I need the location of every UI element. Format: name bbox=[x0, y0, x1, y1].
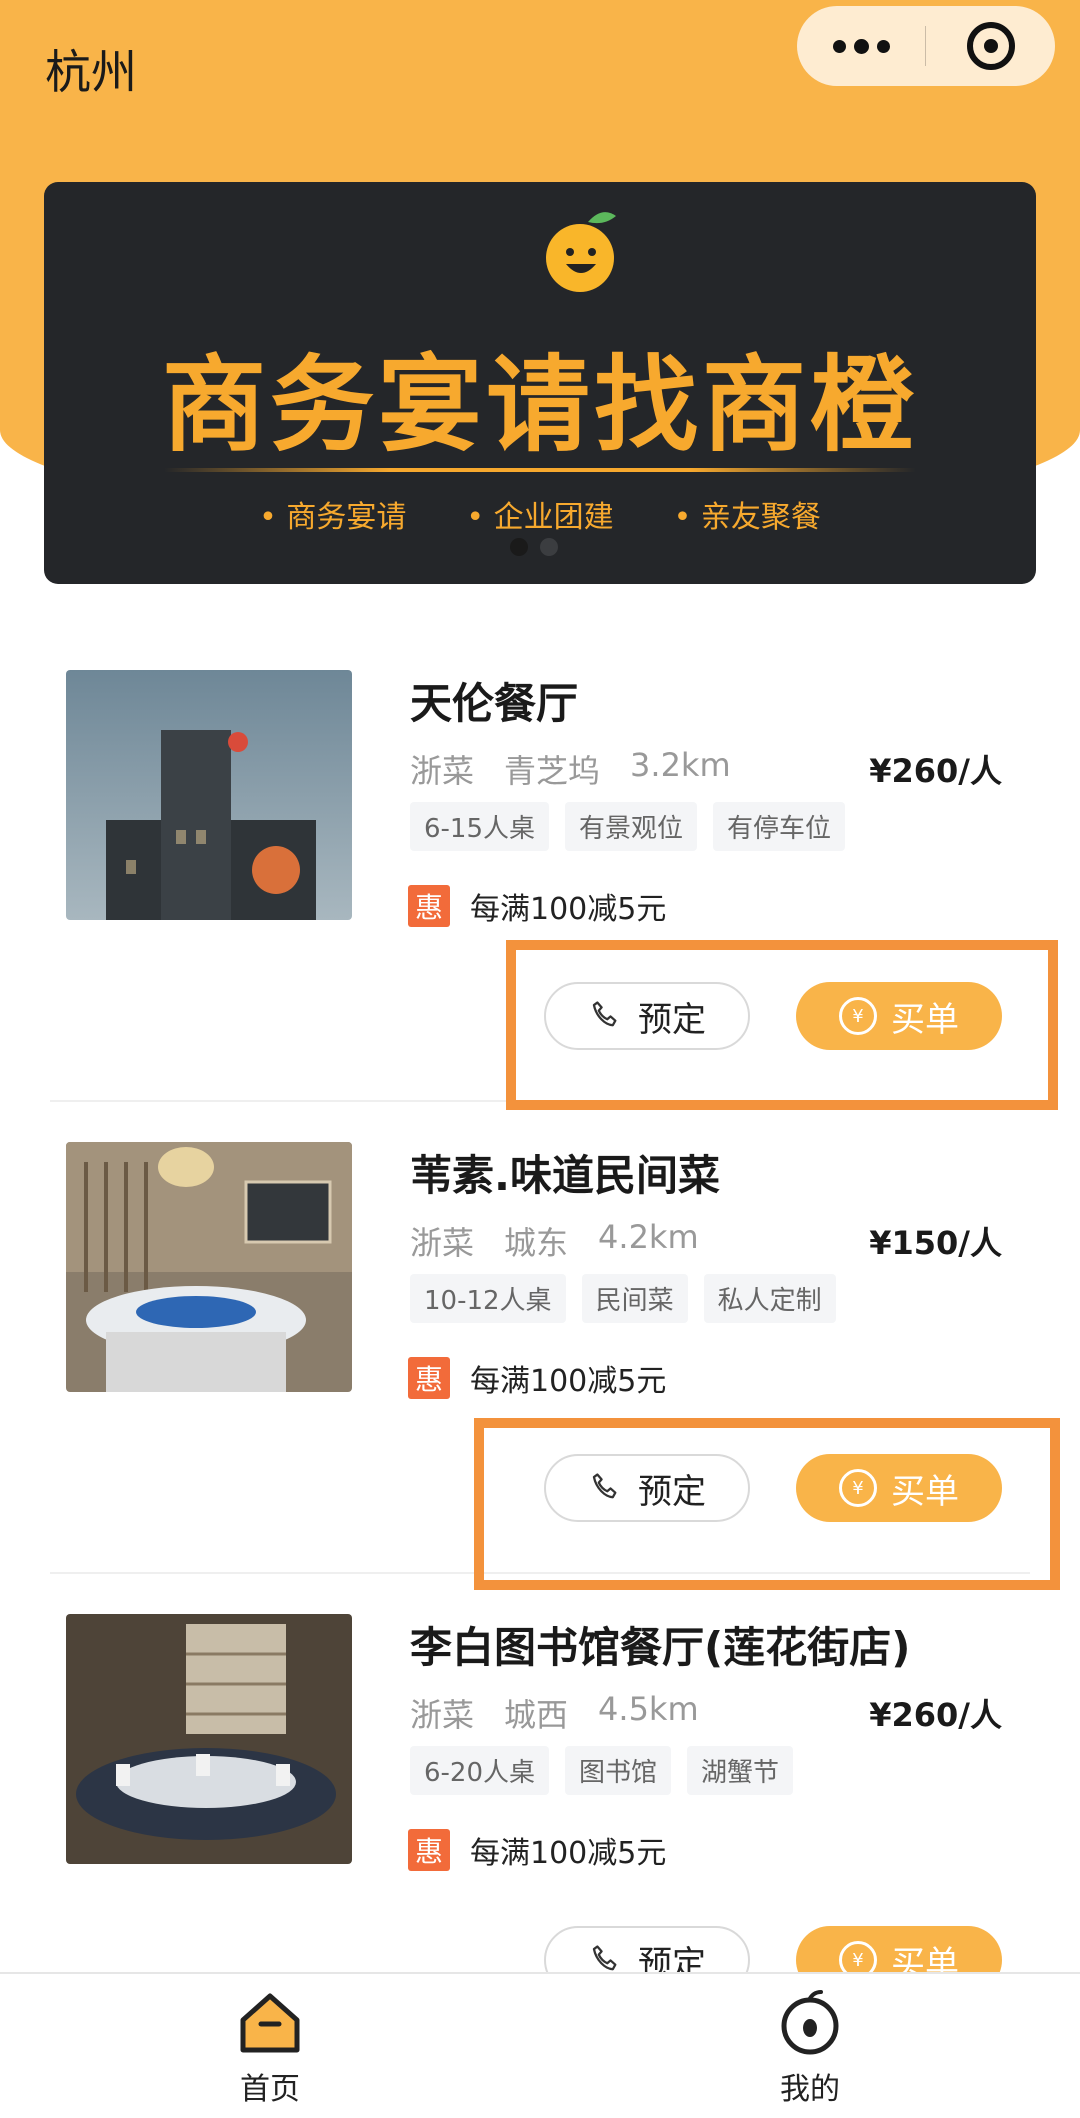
cuisine: 浙菜 bbox=[410, 1696, 475, 1734]
promo-badge: 惠 bbox=[408, 1357, 450, 1399]
feature-tag: 图书馆 bbox=[565, 1746, 672, 1795]
banner-tags: 商务宴请 企业团建 亲友聚餐 bbox=[44, 492, 1036, 536]
restaurant-photo bbox=[66, 670, 352, 920]
banner-tag: 企业团建 bbox=[466, 492, 614, 536]
promo-badge: 惠 bbox=[408, 1829, 450, 1871]
close-capsule-icon[interactable] bbox=[926, 22, 1055, 70]
feature-tag: 10-12人桌 bbox=[410, 1274, 566, 1323]
orange-icon bbox=[781, 1990, 839, 2055]
distance: 4.5km bbox=[598, 1690, 699, 1728]
area: 城西 bbox=[504, 1696, 569, 1734]
restaurant-name[interactable]: 苇素.味道民间菜 bbox=[410, 1142, 720, 1203]
feature-tag: 湖蟹节 bbox=[687, 1746, 794, 1795]
feature-tags: 6-20人桌 图书馆 湖蟹节 bbox=[410, 1746, 794, 1795]
feature-tag: 私人定制 bbox=[703, 1274, 836, 1323]
tab-label-mine: 我的 bbox=[780, 2072, 840, 2107]
distance: 3.2km bbox=[630, 746, 731, 784]
restaurant-name[interactable]: 李白图书馆餐厅(莲花街店) bbox=[410, 1614, 910, 1675]
bottom-tab-bar: 首页 我的 bbox=[0, 1972, 1080, 2118]
promo-row: 惠 每满100减5元 bbox=[408, 884, 666, 928]
area: 青芝坞 bbox=[504, 752, 601, 790]
distance: 4.2km bbox=[598, 1218, 699, 1256]
home-icon bbox=[240, 1993, 300, 2053]
feature-tag: 有景观位 bbox=[565, 802, 698, 851]
cuisine: 浙菜 bbox=[410, 752, 475, 790]
feature-tags: 10-12人桌 民间菜 私人定制 bbox=[410, 1274, 836, 1323]
mini-program-capsule bbox=[797, 6, 1055, 86]
tab-home[interactable]: 首页 bbox=[0, 1974, 540, 2118]
price-per-person: ¥260/人 bbox=[869, 752, 1002, 790]
feature-tag: 6-20人桌 bbox=[410, 1746, 550, 1795]
tab-label-home: 首页 bbox=[240, 2072, 300, 2107]
price-per-person: ¥260/人 bbox=[869, 1696, 1002, 1734]
restaurant-photo bbox=[66, 1614, 352, 1864]
cuisine: 浙菜 bbox=[410, 1224, 475, 1262]
area: 城东 bbox=[504, 1224, 569, 1262]
price-per-person: ¥150/人 bbox=[869, 1224, 1002, 1262]
pagination-dot bbox=[540, 538, 558, 556]
restaurant-meta: 浙菜 城西 4.5km bbox=[410, 1690, 699, 1736]
pagination-dot-active bbox=[510, 538, 528, 556]
restaurant-name[interactable]: 天伦餐厅 bbox=[410, 670, 578, 731]
promo-row: 惠 每满100减5元 bbox=[408, 1356, 666, 1400]
feature-tags: 6-15人桌 有景观位 有停车位 bbox=[410, 802, 846, 851]
city-selector[interactable]: 杭州 bbox=[45, 36, 137, 102]
promo-text: 每满100减5元 bbox=[470, 1364, 667, 1399]
highlight-box bbox=[506, 940, 1058, 1110]
banner-tag: 商务宴请 bbox=[259, 492, 406, 536]
promo-badge: 惠 bbox=[408, 885, 450, 927]
banner-title: 商务宴请找商橙 bbox=[161, 344, 918, 466]
banner-tag: 亲友聚餐 bbox=[674, 492, 821, 536]
restaurant-list: 天伦餐厅 浙菜 青芝坞 3.2km ¥260/人 6-15人桌 有景观位 有停车… bbox=[0, 630, 1080, 2046]
banner-pagination bbox=[510, 538, 558, 556]
banner-divider bbox=[164, 468, 916, 472]
promo-text: 每满100减5元 bbox=[470, 1836, 667, 1871]
feature-tag: 民间菜 bbox=[581, 1274, 688, 1323]
promo-text: 每满100减5元 bbox=[470, 892, 667, 927]
promo-row: 惠 每满100减5元 bbox=[408, 1828, 666, 1872]
promo-banner[interactable]: 商务宴请找商橙 商务宴请 企业团建 亲友聚餐 bbox=[44, 182, 1036, 584]
feature-tag: 有停车位 bbox=[713, 802, 846, 851]
tab-mine[interactable]: 我的 bbox=[540, 1974, 1080, 2118]
more-icon[interactable] bbox=[797, 6, 925, 86]
orange-mascot-logo bbox=[546, 212, 616, 292]
restaurant-meta: 浙菜 城东 4.2km bbox=[410, 1218, 699, 1264]
restaurant-photo bbox=[66, 1142, 352, 1392]
restaurant-meta: 浙菜 青芝坞 3.2km bbox=[410, 746, 731, 792]
feature-tag: 6-15人桌 bbox=[410, 802, 550, 851]
highlight-box bbox=[474, 1418, 1060, 1590]
